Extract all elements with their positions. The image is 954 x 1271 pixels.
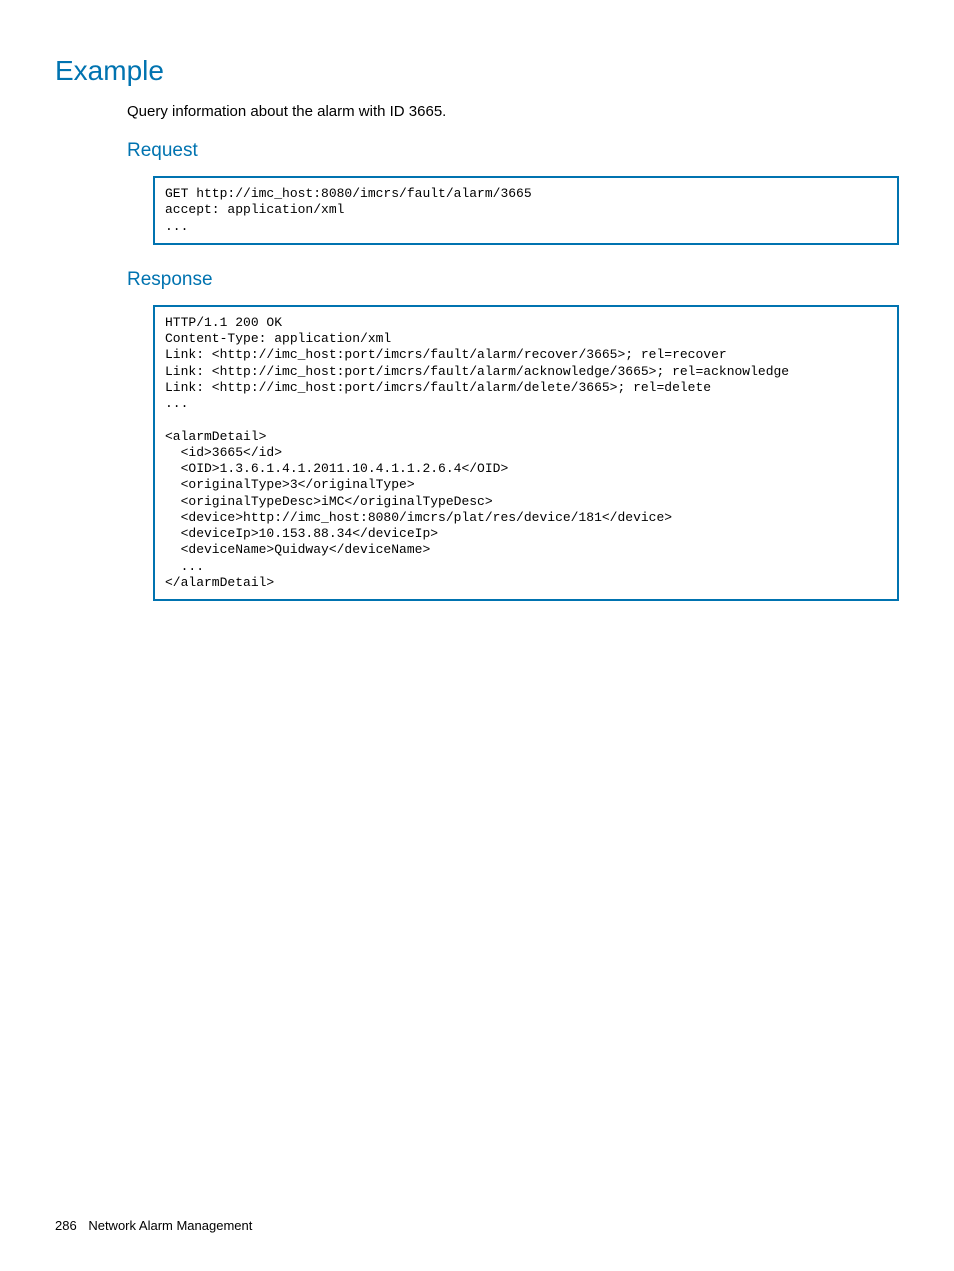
footer-section-title: Network Alarm Management: [88, 1218, 252, 1233]
example-description: Query information about the alarm with I…: [127, 103, 899, 120]
request-code-block: GET http://imc_host:8080/imcrs/fault/ala…: [153, 176, 899, 245]
request-heading: Request: [127, 140, 899, 162]
page-footer: 286 Network Alarm Management: [55, 1218, 252, 1233]
example-heading: Example: [55, 55, 899, 87]
page-number: 286: [55, 1218, 77, 1233]
response-heading: Response: [127, 269, 899, 291]
response-code-block: HTTP/1.1 200 OK Content-Type: applicatio…: [153, 305, 899, 601]
page-content: Example Query information about the alar…: [0, 0, 954, 601]
